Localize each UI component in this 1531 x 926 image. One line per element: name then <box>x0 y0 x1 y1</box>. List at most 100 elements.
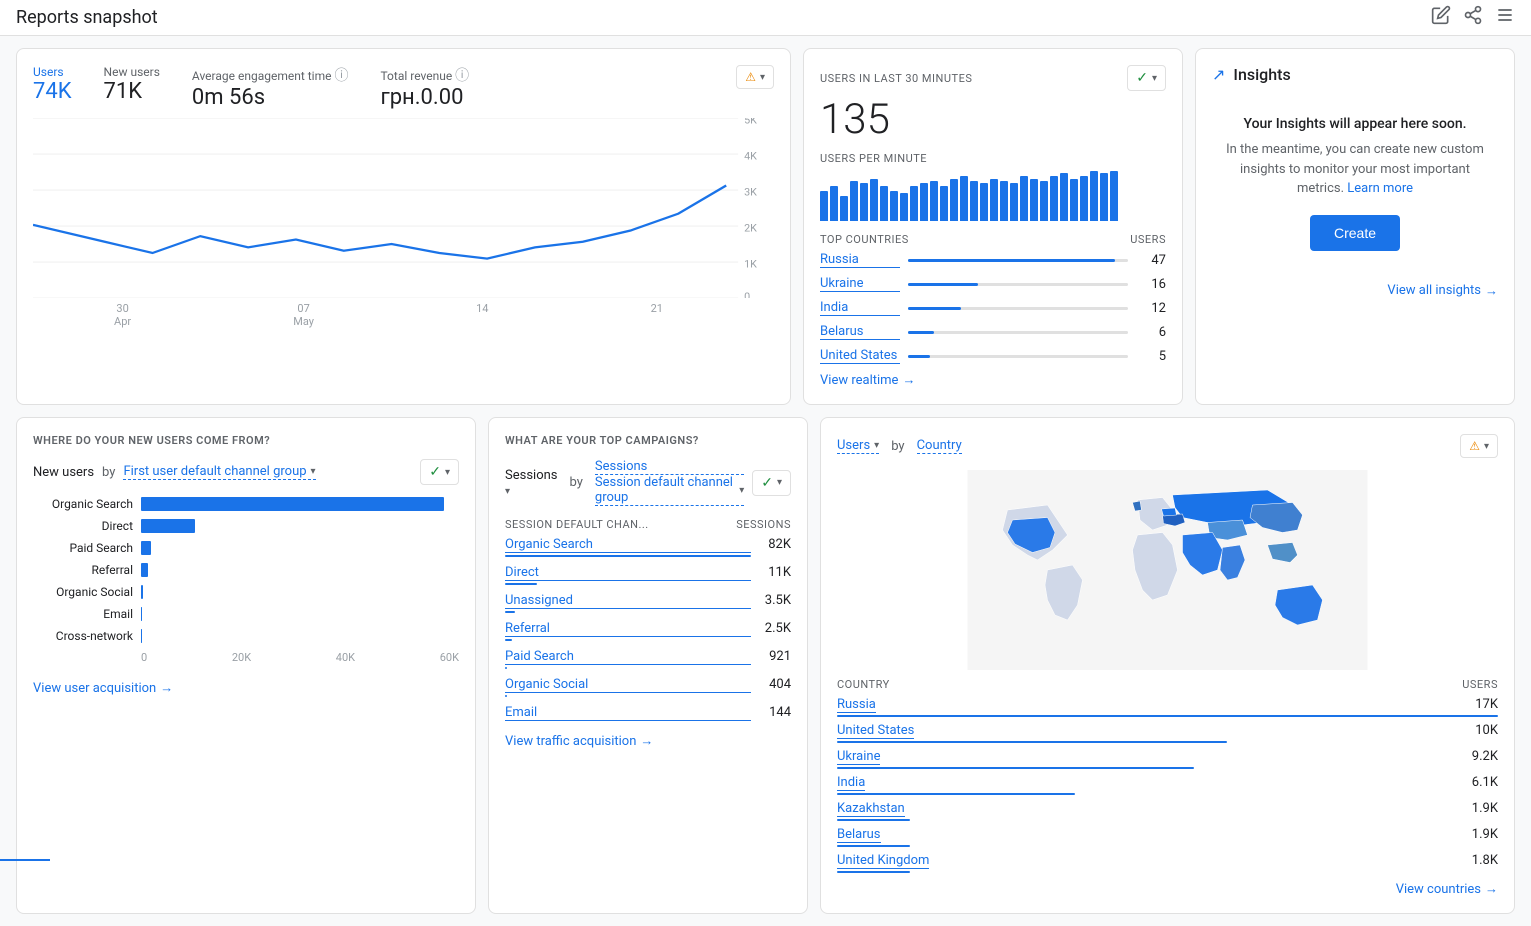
filter-channel-btn[interactable]: First user default channel group ▾ <box>123 464 315 480</box>
mini-bar <box>880 186 888 221</box>
map-alert-btn[interactable]: ⚠ ▾ <box>1460 434 1498 458</box>
hbar-row: Cross-network <box>33 629 459 643</box>
campaign-name[interactable]: Paid Search <box>505 649 751 665</box>
metrics-card: Users 74K New users 71K Average engageme… <box>16 48 791 405</box>
campaigns-col-name: SESSION DEFAULT CHAN... <box>505 518 649 531</box>
map-country-bar <box>837 715 1498 717</box>
map-country-name[interactable]: Belarus <box>837 827 881 843</box>
countries-header: TOP COUNTRIES USERS <box>820 233 1166 246</box>
hbar-label: Direct <box>33 519 133 533</box>
map-country-name[interactable]: Russia <box>837 697 876 713</box>
hbar-wrap <box>141 497 459 511</box>
status-check-icon: ✓ <box>1136 70 1148 86</box>
campaign-bar <box>505 611 515 613</box>
hbar-label: Organic Social <box>33 585 133 599</box>
map-country-name[interactable]: Ukraine <box>837 749 880 765</box>
hbar-label: Organic Search <box>33 497 133 511</box>
campaign-name[interactable]: Organic Search <box>505 537 751 553</box>
campaign-row: Referral 2.5K <box>505 621 791 641</box>
campaign-name[interactable]: Referral <box>505 621 751 637</box>
mini-bar <box>980 183 988 221</box>
country-row: United States 5 <box>820 348 1166 364</box>
realtime-card: USERS IN LAST 30 MINUTES ✓ ▾ 135 USERS P… <box>803 48 1183 405</box>
campaign-name[interactable]: Email <box>505 705 751 721</box>
tab-engagement[interactable]: Average engagement time ⓘ 0m 56s <box>192 65 349 110</box>
insights-learn-link[interactable]: Learn more <box>1347 181 1413 196</box>
country-bar <box>908 283 978 286</box>
campaigns-check-btn[interactable]: ✓ ▾ <box>752 470 791 496</box>
map-country-name[interactable]: India <box>837 775 865 791</box>
filter-new-users-label[interactable]: New users <box>33 465 94 480</box>
view-user-acquisition-link[interactable]: View user acquisition → <box>33 680 459 696</box>
x-label-1-top: 07 <box>293 302 314 315</box>
country-name[interactable]: Belarus <box>820 324 900 340</box>
revenue-info-icon[interactable]: ⓘ <box>455 68 469 84</box>
country-name[interactable]: India <box>820 300 900 316</box>
mini-bar <box>920 183 928 221</box>
mini-bar <box>1070 179 1078 221</box>
hbar-row: Organic Social <box>33 585 459 599</box>
view-traffic-text: View traffic acquisition <box>505 734 636 749</box>
page-header: Reports snapshot <box>0 0 1531 36</box>
tab-revenue[interactable]: Total revenue ⓘ грн.0.00 <box>380 65 469 110</box>
x-label-0-top: 30 <box>114 302 131 315</box>
edit-icon[interactable] <box>1431 5 1451 30</box>
campaigns-dropdown-arrow: ▾ <box>777 477 782 488</box>
realtime-count: 135 <box>820 95 1166 144</box>
campaign-row: Paid Search 921 <box>505 649 791 669</box>
campaign-name[interactable]: Unassigned <box>505 593 751 609</box>
country-name[interactable]: Ukraine <box>820 276 900 292</box>
users-source-filter: New users by First user default channel … <box>33 459 459 485</box>
create-button[interactable]: Create <box>1310 215 1400 251</box>
insights-view-link[interactable]: View all insights → <box>1212 283 1498 299</box>
view-countries-link[interactable]: View countries → <box>837 881 1498 897</box>
filter-sessions-label[interactable]: Sessions ▾ <box>505 468 558 498</box>
insights-empty-desc: In the meantime, you can create new cust… <box>1220 140 1490 199</box>
x-label-2-top: 14 <box>476 302 488 315</box>
map-row-content: Belarus 1.9K <box>837 827 1498 843</box>
map-users-btn[interactable]: Users ▾ <box>837 438 879 454</box>
country-row: Ukraine 16 <box>820 276 1166 292</box>
hbar-row: Referral <box>33 563 459 577</box>
view-traffic-acquisition-link[interactable]: View traffic acquisition → <box>505 733 791 749</box>
sessions-dropdown-arrow: ▾ <box>505 486 510 497</box>
map-alert-icon: ⚠ <box>1469 439 1480 453</box>
users-source-dropdown-arrow: ▾ <box>445 467 450 478</box>
realtime-check-btn[interactable]: ✓ ▾ <box>1127 65 1166 91</box>
x-label-3: 21 <box>651 302 663 328</box>
x-label-1-bottom: May <box>293 315 314 328</box>
main-content: Users 74K New users 71K Average engageme… <box>0 36 1531 926</box>
campaign-channel-btn[interactable]: Session default channel group ▾ <box>595 475 744 506</box>
tab-new-users[interactable]: New users 71K <box>104 65 160 104</box>
line-chart-svg: 5K 4K 3K 2K 1K 0 <box>33 118 774 298</box>
campaign-filter-btn[interactable]: Sessions <box>595 459 744 475</box>
users-source-check-btn[interactable]: ✓ ▾ <box>420 459 459 485</box>
engagement-info-icon[interactable]: ⓘ <box>334 68 348 84</box>
map-country-name[interactable]: United States <box>837 723 914 739</box>
campaign-name[interactable]: Organic Social <box>505 677 751 693</box>
share-icon[interactable] <box>1463 5 1483 30</box>
country-name[interactable]: United States <box>820 348 900 364</box>
campaign-bar <box>505 583 537 585</box>
country-bar <box>908 331 934 334</box>
alert-button[interactable]: ⚠ ▾ <box>736 65 774 89</box>
country-name[interactable]: Russia <box>820 252 900 268</box>
map-country-name[interactable]: United Kingdom <box>837 853 929 869</box>
campaign-name[interactable]: Direct <box>505 565 751 581</box>
mini-bar <box>970 181 978 221</box>
map-country-btn[interactable]: Country <box>917 438 962 454</box>
map-country-name[interactable]: Kazakhstan <box>837 801 905 817</box>
campaign-value: 144 <box>751 705 791 720</box>
more-icon[interactable] <box>1495 5 1515 30</box>
hbar-x-label: 40K <box>336 651 355 664</box>
campaign-row: Organic Social 404 <box>505 677 791 697</box>
svg-text:1K: 1K <box>744 258 757 271</box>
map-country-bar <box>837 793 1075 795</box>
country-bar-wrap <box>908 283 1128 286</box>
map-row-content: United Kingdom 1.8K <box>837 853 1498 869</box>
realtime-header: USERS IN LAST 30 MINUTES ✓ ▾ <box>820 65 1166 91</box>
hbar-row: Paid Search <box>33 541 459 555</box>
tab-users[interactable]: Users 74K <box>33 65 72 104</box>
view-realtime-link[interactable]: View realtime → <box>820 372 1166 388</box>
map-country-value: 1.9K <box>1472 801 1498 817</box>
